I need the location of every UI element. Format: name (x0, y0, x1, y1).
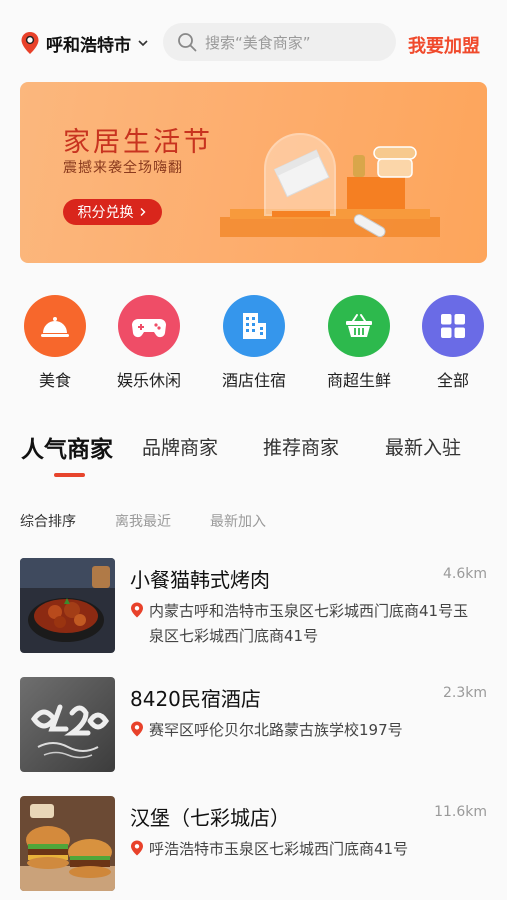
city-name: 呼和浩特市 (46, 35, 131, 56)
sort-latest[interactable]: 最新加入 (210, 511, 266, 531)
merchant-address: 内蒙古呼和浩特市玉泉区七彩城西门底商41号玉泉区七彩城西门底商41号 (130, 599, 480, 649)
map-pin-icon (131, 602, 143, 618)
map-pin-icon (21, 32, 39, 54)
category-label: 全部 (436, 371, 469, 390)
header: 呼和浩特市 搜索“美食商家” 我要加盟 (0, 0, 507, 82)
banner-illustration (220, 133, 440, 238)
merchant-address-text: 内蒙古呼和浩特市玉泉区七彩城西门底商41号玉泉区七彩城西门底商41号 (149, 602, 469, 645)
map-pin-icon (131, 721, 143, 737)
banner-subtitle: 震撼来袭全场嗨翻 (63, 160, 183, 176)
category-label: 酒店住宿 (221, 371, 286, 390)
redeem-points-label: 积分兑换 (77, 205, 134, 221)
list-item[interactable]: 小餐猫韩式烤肉 4.6km 内蒙古呼和浩特市玉泉区七彩城西门底商41号玉泉区七彩… (20, 556, 487, 656)
tab-popular[interactable]: 人气商家 (21, 430, 113, 464)
map-pin-icon (131, 840, 143, 856)
grid-icon (422, 295, 484, 357)
basket-icon (328, 295, 390, 357)
category-grid: 美食 娱乐休闲 酒店住宿 商超生鲜 全部 (0, 295, 507, 395)
merchant-thumbnail (20, 558, 115, 653)
merchant-distance: 11.6km (434, 804, 487, 820)
merchant-address: 呼浩浩特市玉泉区七彩城西门底商41号 (130, 837, 480, 862)
search-input[interactable]: 搜索“美食商家” (163, 23, 396, 61)
merchant-distance: 4.6km (442, 566, 487, 582)
category-hotel[interactable]: 酒店住宿 (209, 295, 299, 391)
gamepad-icon (118, 295, 180, 357)
category-label: 商超生鲜 (326, 371, 391, 390)
list-item[interactable]: 8420民宿酒店 2.3km 赛罕区呼伦贝尔北路蒙古族学校197号 (20, 675, 487, 775)
category-entertainment[interactable]: 娱乐休闲 (104, 295, 194, 391)
banner-title: 家居生活节 (63, 127, 213, 158)
redeem-points-button[interactable]: 积分兑换 (63, 199, 162, 225)
search-icon (178, 33, 197, 52)
chevron-down-icon (138, 40, 148, 47)
category-food[interactable]: 美食 (10, 295, 100, 391)
merchant-tabs: 人气商家 品牌商家 推荐商家 最新入驻 (0, 425, 507, 485)
category-grocery[interactable]: 商超生鲜 (314, 295, 404, 391)
tab-brand[interactable]: 品牌商家 (142, 433, 218, 460)
merchant-name: 8420民宿酒店 (130, 687, 261, 711)
sort-nearest[interactable]: 离我最近 (115, 511, 171, 531)
promo-banner[interactable]: 家居生活节 震撼来袭全场嗨翻 积分兑换 (20, 82, 487, 263)
sort-overall[interactable]: 综合排序 (20, 511, 76, 531)
merchant-address: 赛罕区呼伦贝尔北路蒙古族学校197号 (130, 718, 480, 743)
merchant-thumbnail (20, 796, 115, 891)
merchant-address-text: 呼浩浩特市玉泉区七彩城西门底商41号 (149, 840, 409, 858)
join-button[interactable]: 我要加盟 (408, 32, 480, 58)
tab-newest[interactable]: 最新入驻 (385, 433, 461, 460)
merchant-name: 小餐猫韩式烤肉 (130, 568, 270, 592)
chevron-right-icon (140, 208, 145, 216)
tab-recommended[interactable]: 推荐商家 (263, 433, 339, 460)
list-item[interactable]: 汉堡（七彩城店） 11.6km 呼浩浩特市玉泉区七彩城西门底商41号 (20, 794, 487, 894)
city-selector[interactable]: 呼和浩特市 (20, 28, 149, 58)
merchant-name: 汉堡（七彩城店） (130, 806, 290, 830)
search-placeholder: 搜索“美食商家” (205, 33, 311, 52)
merchant-distance: 2.3km (442, 685, 487, 701)
merchant-thumbnail (20, 677, 115, 772)
active-tab-indicator (54, 473, 85, 477)
merchant-address-text: 赛罕区呼伦贝尔北路蒙古族学校197号 (149, 721, 403, 739)
category-label: 娱乐休闲 (116, 371, 181, 390)
building-icon (223, 295, 285, 357)
category-all[interactable]: 全部 (408, 295, 498, 391)
cloche-icon (24, 295, 86, 357)
category-label: 美食 (38, 371, 71, 390)
